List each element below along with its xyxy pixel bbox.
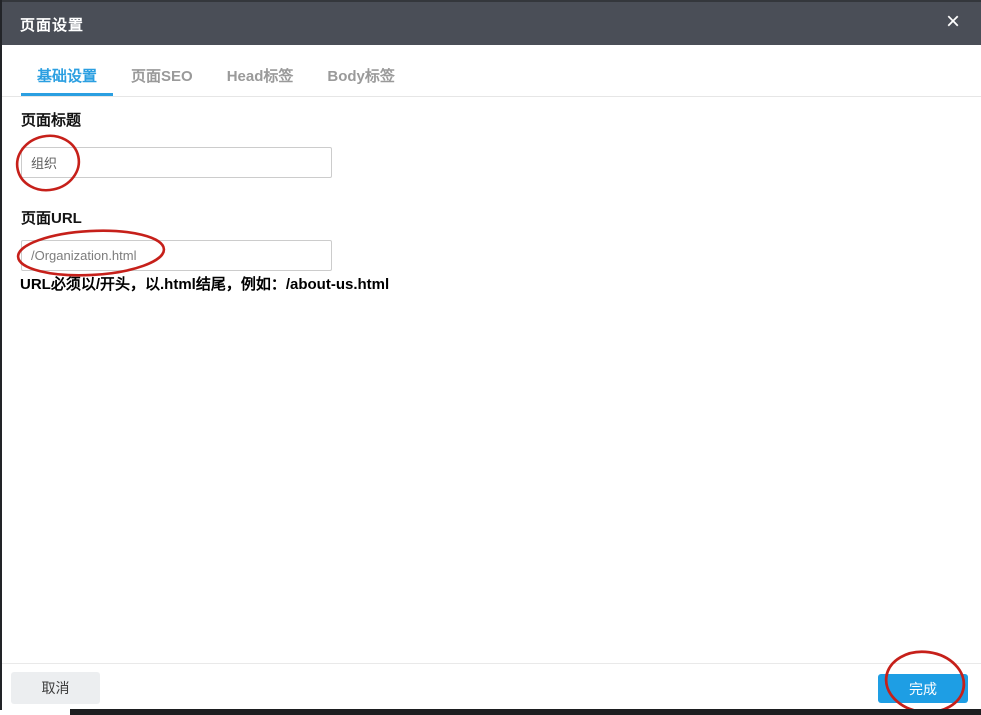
page-title-label: 页面标题 <box>21 112 82 129</box>
dialog-title: 页面设置 <box>20 17 85 34</box>
tab-head-tags[interactable]: Head标签 <box>211 65 310 96</box>
tab-basic-settings[interactable]: 基础设置 <box>21 65 114 96</box>
left-edge-line <box>0 0 2 710</box>
tab-bar: 基础设置 页面SEO Head标签 Body标签 <box>0 45 981 97</box>
footer-divider <box>0 663 981 664</box>
red-pen-annotations <box>15 134 966 714</box>
tab-body-tags[interactable]: Body标签 <box>311 65 411 96</box>
page-title-input[interactable] <box>21 147 332 178</box>
page-url-input[interactable] <box>21 240 332 271</box>
done-button[interactable]: 完成 <box>878 674 968 703</box>
page-settings-dialog: 页面设置 × 基础设置 页面SEO Head标签 Body标签 页面标题 页面U… <box>0 0 981 715</box>
page-url-label: 页面URL <box>21 210 82 227</box>
cancel-button[interactable]: 取消 <box>11 672 100 704</box>
url-format-hint: URL必须以/开头，以.html结尾，例如：/about-us.html <box>20 276 390 293</box>
tab-page-seo[interactable]: 页面SEO <box>115 65 209 96</box>
close-icon[interactable]: × <box>940 7 966 37</box>
bottom-dark-bar <box>70 709 981 715</box>
dialog-header: 页面设置 × <box>0 0 981 45</box>
